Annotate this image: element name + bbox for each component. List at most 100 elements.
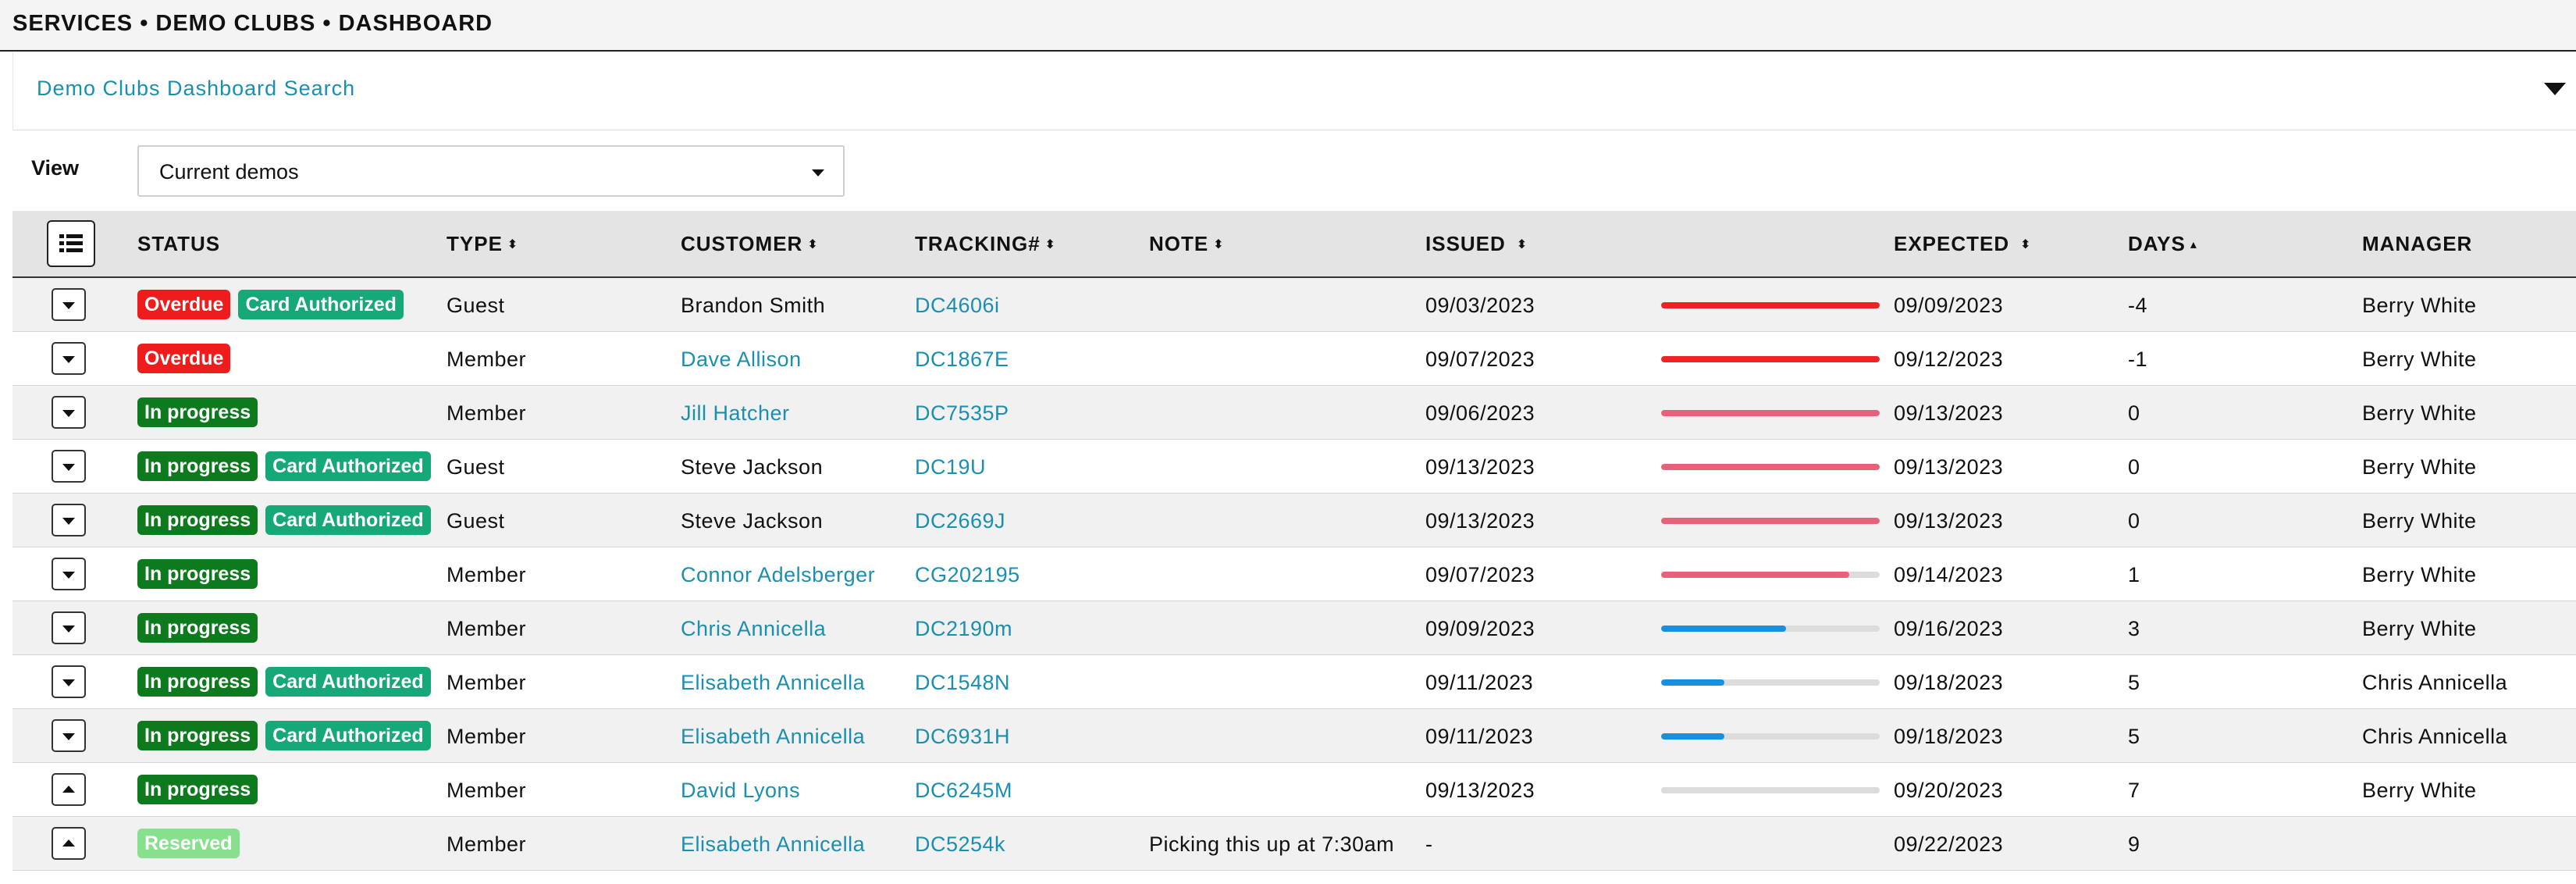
customer-cell[interactable]: Chris Annicella bbox=[681, 617, 826, 641]
customer-cell: Steve Jackson bbox=[681, 455, 824, 479]
breadcrumb: SERVICES • DEMO CLUBS • DASHBOARD bbox=[12, 11, 493, 36]
row-expand-button[interactable] bbox=[52, 611, 86, 644]
tracking-link[interactable]: DC7535P bbox=[915, 401, 1009, 426]
view-select-value: Current demos bbox=[159, 160, 299, 184]
table-body: Overdue Card Authorized Guest Brandon Smi… bbox=[12, 278, 2576, 871]
th-type[interactable]: TYPE ⬍ bbox=[447, 232, 518, 256]
issued-cell: 09/13/2023 bbox=[1425, 509, 1535, 533]
type-cell: Guest bbox=[447, 455, 505, 479]
manager-cell: Berry White bbox=[2362, 294, 2477, 317]
view-select[interactable]: Current demos bbox=[137, 145, 845, 197]
customer-cell[interactable]: David Lyons bbox=[681, 779, 800, 803]
tracking-link[interactable]: DC6245M bbox=[915, 779, 1012, 803]
expected-cell: 09/13/2023 bbox=[1894, 455, 2004, 479]
progress-bar bbox=[1661, 410, 1880, 416]
status-badge: In progress bbox=[137, 667, 258, 697]
sort-asc-icon: ▴ bbox=[2190, 238, 2197, 251]
manager-cell: Berry White bbox=[2362, 779, 2477, 802]
progress-bar-fill bbox=[1661, 356, 1880, 362]
days-cell: 5 bbox=[2128, 725, 2140, 748]
expected-cell: 09/18/2023 bbox=[1894, 725, 2004, 748]
days-cell: 5 bbox=[2128, 671, 2140, 694]
manager-cell: Chris Annicella bbox=[2362, 671, 2508, 694]
table-row: In progress Card Authorized Member Elisab… bbox=[12, 709, 2576, 763]
caret-down-icon bbox=[62, 626, 75, 633]
row-expand-button[interactable] bbox=[52, 773, 86, 806]
status-cell: Overdue bbox=[137, 344, 238, 373]
search-panel[interactable]: Demo Clubs Dashboard Search bbox=[12, 52, 2576, 130]
sort-icon: ⬍ bbox=[1044, 238, 1057, 251]
row-expand-button[interactable] bbox=[52, 396, 86, 429]
th-tracking[interactable]: TRACKING# ⬍ bbox=[915, 232, 1056, 256]
tracking-link[interactable]: DC2669J bbox=[915, 509, 1005, 533]
chevron-down-icon[interactable] bbox=[2544, 83, 2566, 95]
issued-cell: 09/09/2023 bbox=[1425, 617, 1535, 640]
sort-icon: ⬍ bbox=[2020, 238, 2032, 251]
tracking-link[interactable]: DC5254k bbox=[915, 832, 1005, 857]
column-toggle-button[interactable] bbox=[47, 220, 95, 267]
row-expand-button[interactable] bbox=[52, 288, 86, 321]
caret-down-icon bbox=[62, 410, 75, 417]
days-cell: 3 bbox=[2128, 617, 2140, 640]
progress-bar bbox=[1661, 679, 1880, 686]
progress-bar bbox=[1661, 302, 1880, 308]
th-note[interactable]: NOTE ⬍ bbox=[1149, 232, 1225, 256]
status-cell: In progress bbox=[137, 775, 265, 804]
caret-down-icon bbox=[62, 464, 75, 471]
issued-cell: 09/06/2023 bbox=[1425, 401, 1535, 425]
th-issued[interactable]: ISSUED ⬍ bbox=[1425, 232, 1528, 256]
progress-bar-fill bbox=[1661, 572, 1849, 578]
th-days[interactable]: DAYS ▴ bbox=[2128, 232, 2197, 256]
manager-cell: Berry White bbox=[2362, 563, 2477, 586]
tracking-link[interactable]: DC2190m bbox=[915, 617, 1012, 641]
customer-cell[interactable]: Dave Allison bbox=[681, 348, 802, 372]
customer-cell[interactable]: Elisabeth Annicella bbox=[681, 671, 865, 695]
tracking-link[interactable]: DC1867E bbox=[915, 348, 1009, 372]
manager-cell: Berry White bbox=[2362, 617, 2477, 640]
days-cell: 0 bbox=[2128, 401, 2140, 425]
status-badge: In progress bbox=[137, 397, 258, 427]
row-expand-button[interactable] bbox=[52, 342, 86, 375]
type-cell: Member bbox=[447, 348, 527, 371]
customer-cell[interactable]: Connor Adelsberger bbox=[681, 563, 875, 587]
status-cell: In progress Card Authorized bbox=[137, 451, 439, 481]
status-cell: Reserved bbox=[137, 829, 247, 858]
customer-cell[interactable]: Jill Hatcher bbox=[681, 401, 790, 426]
row-expand-button[interactable] bbox=[52, 827, 86, 860]
days-cell: -4 bbox=[2128, 294, 2148, 317]
type-cell: Member bbox=[447, 617, 527, 640]
th-customer[interactable]: CUSTOMER ⬍ bbox=[681, 232, 819, 256]
tracking-link[interactable]: DC6931H bbox=[915, 725, 1010, 749]
row-expand-button[interactable] bbox=[52, 558, 86, 590]
status-cell: In progress bbox=[137, 397, 265, 427]
days-cell: 9 bbox=[2128, 832, 2140, 856]
caret-down-icon bbox=[62, 679, 75, 686]
customer-cell[interactable]: Elisabeth Annicella bbox=[681, 832, 865, 857]
issued-cell: 09/07/2023 bbox=[1425, 348, 1535, 371]
tracking-link[interactable]: DC19U bbox=[915, 455, 986, 479]
status-badge: In progress bbox=[137, 721, 258, 750]
row-expand-button[interactable] bbox=[52, 504, 86, 536]
sort-icon: ⬍ bbox=[1516, 238, 1528, 251]
status-cell: In progress Card Authorized bbox=[137, 721, 439, 750]
customer-cell[interactable]: Elisabeth Annicella bbox=[681, 725, 865, 749]
status-badge: Card Authorized bbox=[265, 451, 431, 481]
th-expected[interactable]: EXPECTED ⬍ bbox=[1894, 232, 2032, 256]
table-row: In progress Card Authorized Guest Steve J… bbox=[12, 440, 2576, 494]
tracking-link[interactable]: DC1548N bbox=[915, 671, 1010, 695]
status-badge: Card Authorized bbox=[265, 667, 431, 697]
progress-bar bbox=[1661, 464, 1880, 470]
progress-bar bbox=[1661, 787, 1880, 793]
search-panel-title[interactable]: Demo Clubs Dashboard Search bbox=[37, 77, 355, 101]
row-expand-button[interactable] bbox=[52, 665, 86, 698]
row-expand-button[interactable] bbox=[52, 719, 86, 752]
customer-cell: Steve Jackson bbox=[681, 509, 824, 533]
row-expand-button[interactable] bbox=[52, 450, 86, 483]
tracking-link[interactable]: DC4606i bbox=[915, 294, 1000, 318]
status-badge: In progress bbox=[137, 613, 258, 643]
progress-bar bbox=[1661, 356, 1880, 362]
caret-down-icon bbox=[62, 356, 75, 363]
top-bar: SERVICES • DEMO CLUBS • DASHBOARD bbox=[0, 0, 2576, 52]
tracking-link[interactable]: CG202195 bbox=[915, 563, 1020, 587]
expected-cell: 09/12/2023 bbox=[1894, 348, 2004, 371]
